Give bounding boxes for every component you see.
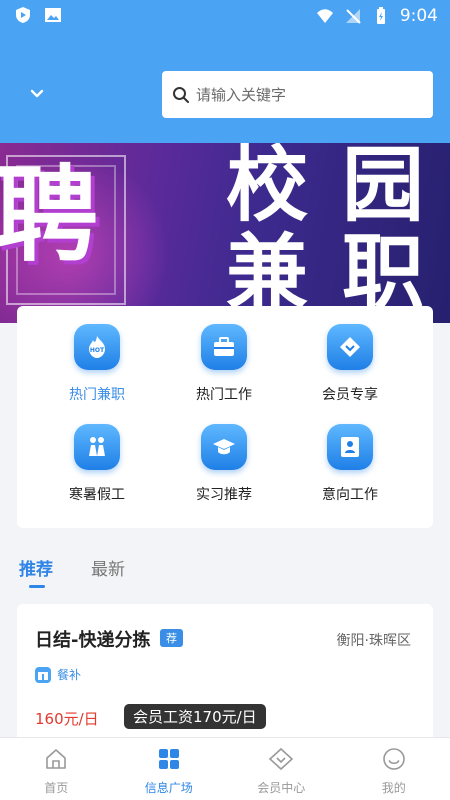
member-salary-tooltip: 会员工资170元/日 xyxy=(124,704,266,729)
status-time: 9:04 xyxy=(399,6,438,26)
perk-tag: 餐补 xyxy=(35,666,81,683)
perk-label: 餐补 xyxy=(57,668,82,682)
banner-char-jian: 兼 xyxy=(226,226,309,321)
briefcase-icon xyxy=(201,324,247,370)
job-title: 日结-快递分拣 xyxy=(35,630,151,651)
home-icon xyxy=(46,749,67,769)
job-location: 衡阳·珠晖区 xyxy=(336,633,411,649)
tab-label: 最新 xyxy=(91,560,125,580)
nav-label: 信息广场 xyxy=(144,781,193,795)
category-member-exclusive[interactable]: 会员专享 xyxy=(295,324,405,404)
search-box[interactable] xyxy=(162,71,433,118)
job-salary: 160元/日 xyxy=(35,710,99,728)
no-signal-icon xyxy=(345,9,361,24)
tab-underline xyxy=(29,585,45,588)
category-intended-jobs[interactable]: 意向工作 xyxy=(295,424,405,504)
banner-char-yuan: 园 xyxy=(342,143,425,233)
search-icon xyxy=(173,86,189,103)
nav-label: 首页 xyxy=(44,781,69,795)
grid-icon xyxy=(158,749,179,769)
battery-icon xyxy=(376,7,385,24)
nav-home[interactable]: 首页 xyxy=(0,738,113,800)
banner-char-pin: 聘 xyxy=(0,154,99,276)
tab-latest[interactable]: 最新 xyxy=(91,555,125,580)
category-vacation-jobs[interactable]: 寒暑假工 xyxy=(42,424,152,504)
header: 9:04 xyxy=(0,0,450,143)
nav-label: 会员中心 xyxy=(257,781,306,795)
nav-info-square[interactable]: 信息广场 xyxy=(113,738,226,800)
people-icon xyxy=(74,424,120,470)
chevron-down-icon[interactable] xyxy=(26,83,48,105)
category-hot-parttime[interactable]: HOT 热门兼职 xyxy=(42,324,152,404)
tab-label: 推荐 xyxy=(19,560,53,580)
promo-banner[interactable]: 聘 校 园 兼 职 xyxy=(0,143,450,323)
category-hot-jobs[interactable]: 热门工作 xyxy=(169,324,279,404)
bottom-nav: 首页 信息广场 会员中心 我的 xyxy=(0,737,450,800)
nav-mine[interactable]: 我的 xyxy=(338,738,450,800)
id-card-icon xyxy=(327,424,373,470)
status-bar: 9:04 xyxy=(0,0,450,32)
diamond-icon xyxy=(327,324,373,370)
tab-recommended[interactable]: 推荐 xyxy=(19,555,53,588)
diamond-outline-icon xyxy=(269,747,294,771)
category-label: 寒暑假工 xyxy=(69,487,125,503)
banner-char-xiao: 校 xyxy=(226,143,309,233)
banner-char-zhi: 职 xyxy=(342,226,425,321)
search-input[interactable] xyxy=(196,85,416,104)
category-label: 会员专享 xyxy=(322,387,378,403)
nav-label: 我的 xyxy=(381,781,406,795)
category-label: 实习推荐 xyxy=(196,487,252,503)
category-label: 热门工作 xyxy=(196,387,252,403)
category-label: 热门兼职 xyxy=(69,387,125,403)
svg-text:HOT: HOT xyxy=(90,347,105,354)
hot-flame-icon: HOT xyxy=(74,324,120,370)
gift-icon xyxy=(35,666,51,683)
recommend-badge: 荐 xyxy=(160,629,183,647)
smile-icon xyxy=(382,748,405,770)
shield-play-icon xyxy=(16,7,30,23)
image-icon xyxy=(45,8,61,22)
job-card[interactable]: 日结-快递分拣 荐 衡阳·珠晖区 餐补 160元/日 会员工资170元/日 xyxy=(17,604,433,754)
category-internship[interactable]: 实习推荐 xyxy=(169,424,279,504)
category-label: 意向工作 xyxy=(322,487,378,503)
wifi-icon xyxy=(316,9,333,23)
nav-member-center[interactable]: 会员中心 xyxy=(225,738,338,800)
feed-tabs: 推荐 最新 xyxy=(19,555,125,588)
graduation-cap-icon xyxy=(201,424,247,470)
category-card: HOT 热门兼职 热门工作 会员专享 寒暑假工 实习推荐 意向工作 xyxy=(17,306,433,528)
